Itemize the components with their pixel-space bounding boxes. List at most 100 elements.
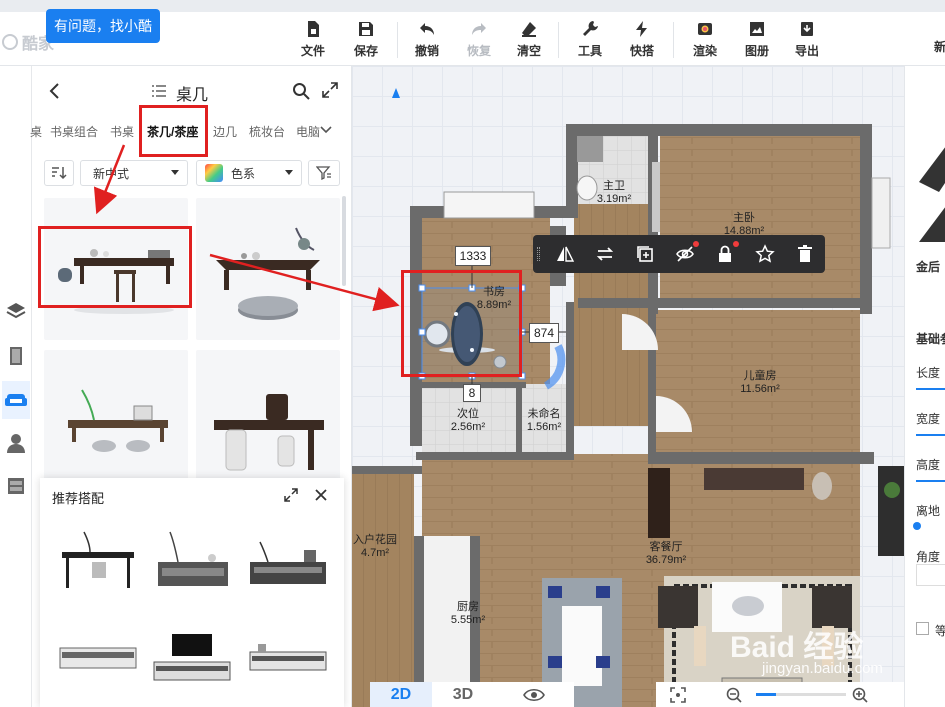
filter-bar: 新中式 色系: [32, 160, 352, 188]
product-card[interactable]: [196, 198, 340, 340]
copy-icon[interactable]: [635, 244, 655, 264]
zoom-bar: [656, 682, 904, 707]
equal-checkbox[interactable]: [916, 622, 929, 635]
new-label: 新: [934, 40, 945, 54]
color-select[interactable]: 色系: [196, 160, 302, 186]
clear-label: 清空: [516, 44, 541, 58]
nav-floor[interactable]: [2, 296, 30, 326]
ground-slider[interactable]: [913, 522, 921, 530]
layers-icon: [6, 303, 26, 319]
tab-3d[interactable]: 3D: [432, 682, 494, 707]
tab-category[interactable]: 梳妆台: [249, 123, 285, 140]
nav-door[interactable]: [2, 341, 30, 371]
room-name: 客餐厅: [649, 541, 683, 553]
top-toolbar: 酷家 有问题，找小酷 文件 保存 撤销 恢复 清空 工具 快搭 渲染 图册 导出…: [0, 0, 945, 66]
expand-icon[interactable]: [284, 488, 298, 502]
chevron-down-icon[interactable]: [320, 125, 332, 135]
export-label: 导出: [794, 44, 819, 58]
product-card[interactable]: [196, 350, 340, 480]
length-field[interactable]: [916, 388, 945, 390]
star-icon[interactable]: [755, 244, 775, 264]
view-mode-bar: 2D 3D: [352, 682, 672, 707]
tab-category[interactable]: 边几: [213, 123, 237, 140]
tools-label: 工具: [577, 44, 602, 58]
eraser-icon: [522, 22, 536, 37]
save-label: 保存: [353, 44, 378, 58]
room-area: 2.56m²: [450, 421, 486, 433]
recommend-item[interactable]: [148, 628, 236, 704]
tab-category[interactable]: 桌: [30, 123, 42, 140]
toolbar-divider: [397, 22, 398, 58]
search-icon[interactable]: [292, 82, 310, 100]
quick-build-label: 快搭: [629, 44, 654, 58]
width-field[interactable]: [916, 434, 945, 436]
preview-toggle[interactable]: [494, 682, 574, 707]
room-area: 3.19m²: [596, 193, 632, 205]
file-button[interactable]: 文件: [293, 20, 333, 62]
replace-icon[interactable]: [595, 244, 615, 264]
sort-icon: [52, 167, 67, 180]
recommend-item[interactable]: [54, 522, 142, 598]
tab-category[interactable]: 书桌: [110, 123, 134, 140]
room-label: 未命名 1.56m²: [514, 408, 574, 434]
nav-person[interactable]: [2, 428, 30, 458]
toolbar-divider: [558, 22, 559, 58]
tab-category[interactable]: 电脑: [296, 123, 320, 140]
save-button[interactable]: 保存: [346, 20, 386, 62]
trash-icon[interactable]: [795, 244, 815, 264]
fit-screen-icon[interactable]: [670, 687, 686, 703]
zoom-out-icon[interactable]: [726, 687, 742, 703]
hide-icon[interactable]: [675, 244, 695, 264]
album-button[interactable]: 图册: [737, 20, 777, 62]
tools-button[interactable]: 工具: [570, 20, 610, 62]
dimension-label[interactable]: 8: [463, 384, 481, 402]
export-button[interactable]: 导出: [787, 20, 827, 62]
floorplan-canvas[interactable]: 1333 874 8 主卫 3.19m² 主卧 14.88m² 书房 8.89m² 儿…: [352, 66, 904, 707]
style-select-value: 新中式: [93, 166, 130, 181]
zoom-in-icon[interactable]: [852, 687, 868, 703]
quick-build-button[interactable]: 快搭: [622, 20, 662, 62]
sideboard-image: [250, 541, 326, 584]
help-button[interactable]: 有问题，找小酷: [46, 9, 160, 43]
recommend-item[interactable]: [244, 628, 332, 704]
room-name: 主卧: [733, 212, 755, 224]
tab-category[interactable]: 书桌组合: [50, 123, 98, 140]
product-card[interactable]: [44, 350, 188, 480]
lock-icon[interactable]: [715, 244, 735, 264]
nav-furniture[interactable]: [2, 381, 30, 419]
dimension-label[interactable]: 1333: [455, 246, 491, 266]
tea-table-image: [68, 389, 168, 452]
close-icon[interactable]: [314, 488, 328, 502]
zoom-slider-fill: [756, 693, 776, 696]
tv-stand-image: [153, 634, 231, 681]
render-button[interactable]: 渲染: [685, 20, 725, 62]
drag-handle[interactable]: [537, 247, 540, 261]
recommend-item[interactable]: [54, 628, 142, 704]
nav-cabinet[interactable]: [2, 471, 30, 501]
room-name: 主卫: [603, 180, 625, 192]
recommend-item[interactable]: [244, 522, 332, 598]
ground-label: 离地: [916, 504, 941, 518]
undo-button[interactable]: 撤销: [407, 20, 447, 62]
room-name: 厨房: [457, 601, 479, 613]
mirror-icon[interactable]: [555, 244, 575, 264]
height-field[interactable]: [916, 480, 945, 482]
room-area: 36.79m²: [645, 554, 687, 566]
filter-button[interactable]: [308, 160, 340, 186]
tab-2d[interactable]: 2D: [370, 682, 432, 707]
clear-button[interactable]: 清空: [509, 20, 549, 62]
room-area: 4.7m²: [360, 547, 390, 559]
panel-scrollbar[interactable]: [342, 196, 346, 286]
angle-field[interactable]: [916, 564, 945, 586]
style-select[interactable]: 新中式: [80, 160, 188, 186]
recommend-item[interactable]: [148, 522, 236, 598]
zoom-slider[interactable]: [756, 693, 846, 696]
redo-button[interactable]: 恢复: [459, 20, 499, 62]
sort-button[interactable]: [44, 160, 74, 186]
dimension-label[interactable]: 874: [529, 323, 559, 343]
back-icon[interactable]: [48, 82, 60, 100]
width-label: 宽度: [916, 412, 941, 426]
expand-icon[interactable]: [322, 82, 338, 98]
notification-dot: [733, 241, 739, 247]
model-preview: [919, 147, 945, 242]
